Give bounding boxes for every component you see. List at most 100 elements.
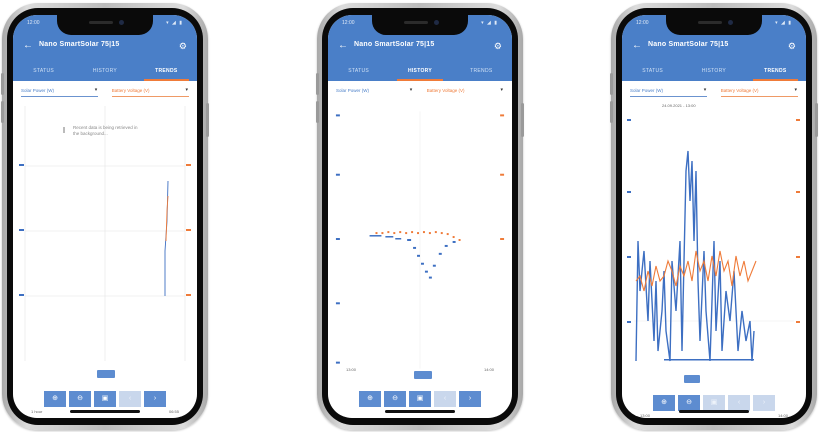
right-series-select[interactable]: Battery Voltage (V) ▾ xyxy=(111,85,189,97)
zoom-out-icon[interactable]: ⊖ xyxy=(69,391,91,407)
y-tick-right xyxy=(186,164,191,166)
device-title: Nano SmartSolar 75|15 xyxy=(648,41,729,48)
y-tick-left xyxy=(627,256,631,258)
gear-icon[interactable]: ⚙ xyxy=(179,40,187,52)
right-series-select[interactable]: Battery Voltage (V) ▾ xyxy=(720,85,798,97)
tab-status[interactable]: STATUS xyxy=(13,63,74,81)
prev-icon[interactable]: ‹ xyxy=(119,391,141,407)
app-screen: 12:00 ▾ ◢ ▮ ← Nano SmartSolar 75|15 ⚙ ST… xyxy=(13,15,197,418)
left-series-select[interactable]: Solar Power (W) ▾ xyxy=(630,85,708,97)
zoom-in-icon[interactable]: ⊕ xyxy=(44,391,66,407)
y-tick-left xyxy=(335,302,340,305)
volume-button xyxy=(316,73,319,95)
zoom-in-icon[interactable]: ⊕ xyxy=(359,391,381,407)
zoom-out-icon[interactable]: ⊖ xyxy=(678,395,700,411)
right-series-label: Battery Voltage (V) xyxy=(426,88,465,93)
zoom-in-icon[interactable]: ⊕ xyxy=(653,395,675,411)
range-slider-thumb[interactable] xyxy=(97,370,115,378)
tab-history[interactable]: HISTORY xyxy=(683,63,744,81)
chart-svg xyxy=(627,119,800,362)
next-icon[interactable]: › xyxy=(753,395,775,411)
left-series-select[interactable]: Solar Power (W) ▾ xyxy=(336,85,413,97)
back-arrow-icon[interactable]: ← xyxy=(338,40,348,52)
chart-svg xyxy=(19,106,191,361)
fit-icon[interactable]: ▣ xyxy=(409,391,431,407)
solar-power-points xyxy=(369,235,456,279)
right-series-select[interactable]: Battery Voltage (V) ▾ xyxy=(427,85,504,97)
battery-voltage-line xyxy=(165,195,169,242)
y-tick-right xyxy=(796,119,800,121)
phone-1: 12:00 ▾ ◢ ▮ ← Nano SmartSolar 75|15 ⚙ ST… xyxy=(1,3,209,430)
tab-history[interactable]: HISTORY xyxy=(74,63,135,81)
device-title: Nano SmartSolar 75|15 xyxy=(354,41,435,48)
chevron-down-icon: ▾ xyxy=(703,87,707,93)
volume-button xyxy=(1,101,4,123)
tab-trends[interactable]: TRENDS xyxy=(136,63,197,81)
tab-trends[interactable]: TRENDS xyxy=(745,63,806,81)
gear-icon[interactable]: ⚙ xyxy=(788,40,796,52)
y-tick-left xyxy=(19,229,24,231)
y-tick-right xyxy=(796,321,800,323)
y-tick-left xyxy=(627,119,631,121)
y-tick-left xyxy=(335,238,340,240)
left-series-label: Solar Power (W) xyxy=(630,88,664,93)
y-tick-right xyxy=(500,173,505,176)
info-icon xyxy=(63,127,65,133)
tab-bar: STATUS HISTORY TRENDS xyxy=(328,63,512,81)
volume-button xyxy=(610,73,613,95)
right-series-label: Battery Voltage (V) xyxy=(111,88,150,93)
y-tick-left xyxy=(19,164,24,166)
phone-3: 12:00 ▾ ◢ ▮ ← Nano SmartSolar 75|15 ⚙ ST… xyxy=(610,3,818,430)
power-button xyxy=(206,103,209,137)
chevron-down-icon: ▾ xyxy=(794,87,797,93)
next-icon[interactable]: › xyxy=(459,391,481,407)
trend-chart[interactable] xyxy=(330,105,510,375)
next-icon[interactable]: › xyxy=(144,391,166,407)
status-icons: ▾ ◢ ▮ xyxy=(775,20,792,26)
left-series-label: Solar Power (W) xyxy=(21,88,55,93)
range-label: 1 hour xyxy=(31,409,43,414)
chart-subheader: 24.09.2021 - 13:00 xyxy=(662,103,696,108)
notch xyxy=(666,15,762,35)
y-tick-right xyxy=(500,238,505,240)
y-tick-left xyxy=(19,294,24,296)
back-arrow-icon[interactable]: ← xyxy=(632,40,642,52)
left-series-select[interactable]: Solar Power (W) ▾ xyxy=(21,85,99,97)
prev-icon[interactable]: ‹ xyxy=(434,391,456,407)
gear-icon[interactable]: ⚙ xyxy=(494,40,502,52)
home-indicator[interactable] xyxy=(679,410,749,413)
right-series-label: Battery Voltage (V) xyxy=(720,88,759,93)
tab-status[interactable]: STATUS xyxy=(328,63,389,81)
chevron-down-icon: ▾ xyxy=(94,87,98,93)
zoom-out-icon[interactable]: ⊖ xyxy=(384,391,406,407)
fit-icon[interactable]: ▣ xyxy=(703,395,725,411)
axis-start-label: 13:00 xyxy=(346,367,357,372)
y-tick-right xyxy=(500,114,505,117)
y-tick-left xyxy=(335,361,340,364)
fit-icon[interactable]: ▣ xyxy=(94,391,116,407)
baseline-points xyxy=(664,359,754,361)
power-button xyxy=(815,103,818,137)
chevron-down-icon: ▾ xyxy=(500,87,503,93)
tab-history[interactable]: HISTORY xyxy=(389,63,450,81)
y-tick-right xyxy=(186,229,191,231)
footer-labels: 13:00 14:00 xyxy=(634,413,794,418)
range-slider-thumb[interactable] xyxy=(684,375,700,383)
chart-toolbar: ⊕ ⊖ ▣ ‹ › xyxy=(630,395,798,411)
tab-bar: STATUS HISTORY TRENDS xyxy=(622,63,806,81)
volume-button xyxy=(610,101,613,123)
time-label: 06:55 xyxy=(168,409,179,414)
notch xyxy=(57,15,153,35)
prev-icon[interactable]: ‹ xyxy=(728,395,750,411)
axis-time-labels: 13:00 14:00 xyxy=(340,367,500,375)
home-indicator[interactable] xyxy=(385,410,455,413)
range-label: 13:00 xyxy=(640,413,651,418)
volume-button xyxy=(316,101,319,123)
back-arrow-icon[interactable]: ← xyxy=(23,40,33,52)
home-indicator[interactable] xyxy=(70,410,140,413)
tab-status[interactable]: STATUS xyxy=(622,63,683,81)
status-time: 12:00 xyxy=(636,20,649,26)
trend-chart[interactable] xyxy=(15,101,195,369)
trend-chart[interactable] xyxy=(624,111,804,371)
tab-trends[interactable]: TRENDS xyxy=(451,63,512,81)
